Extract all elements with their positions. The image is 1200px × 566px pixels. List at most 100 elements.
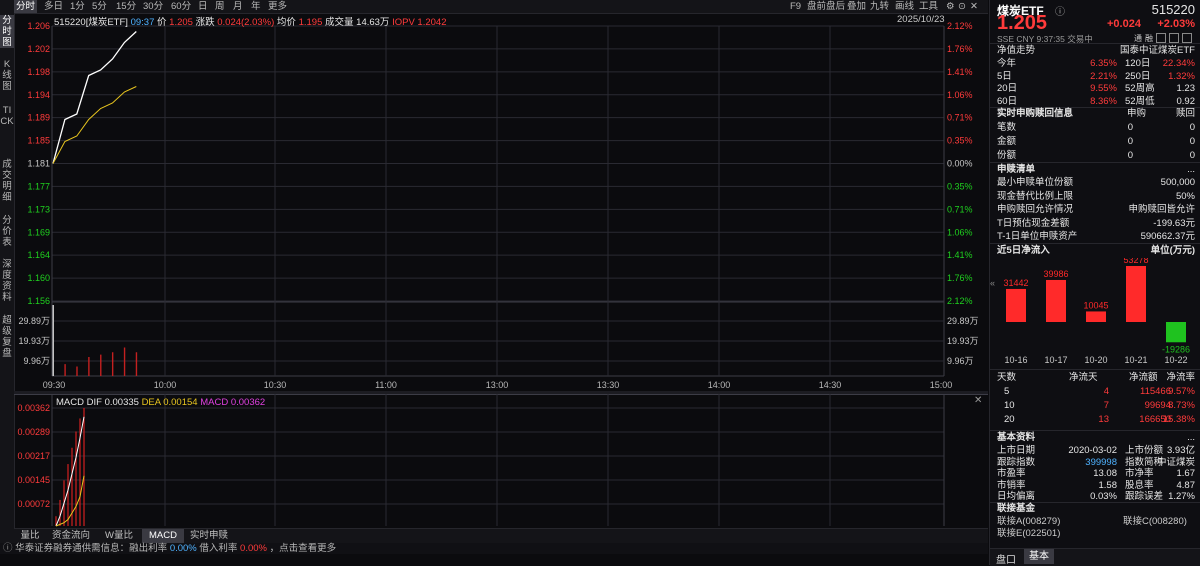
tab-fund-flow[interactable]: 资金流向 bbox=[46, 529, 96, 543]
jiuzhuan-button[interactable]: 九转 bbox=[870, 0, 889, 13]
period-tab-more[interactable]: 更多 bbox=[268, 0, 287, 13]
macd-close-icon[interactable]: ✕ bbox=[974, 395, 982, 406]
macd-label: MACD DIF 0.00335 DEA 0.00154 MACD 0.0036… bbox=[56, 397, 265, 408]
close-icon[interactable]: ✕ bbox=[970, 0, 978, 13]
settings-icon[interactable]: ⚙ bbox=[946, 0, 955, 13]
subscribe-row: 份额 0 0 bbox=[997, 149, 1195, 162]
perf-value: 9.55% bbox=[1090, 83, 1117, 94]
flow-table-header: 天数 净流天 净流额 净流率 bbox=[997, 371, 1195, 384]
list-more-button[interactable]: ... bbox=[1187, 163, 1195, 176]
period-tab-5min[interactable]: 5分 bbox=[92, 0, 107, 13]
sidebar-item-kline[interactable]: K线图 bbox=[0, 59, 14, 92]
indicator-tabs: 量比 资金流向 W量比 MACD 实时申赎 bbox=[14, 528, 988, 543]
period-tab-15min[interactable]: 15分 bbox=[116, 0, 136, 13]
sidebar-item-fenshi[interactable]: 分时图 bbox=[0, 15, 14, 48]
flow-rate: 15.38% bbox=[1162, 414, 1195, 425]
volume-bar bbox=[88, 356, 90, 376]
link-fund-e[interactable]: 联接E(022501) bbox=[997, 527, 1060, 540]
flow-col-amount: 净流额 bbox=[1129, 372, 1158, 383]
flow-col-days: 天数 bbox=[997, 372, 1017, 383]
time-axis-label: 10:30 bbox=[264, 380, 287, 390]
grid-icon[interactable] bbox=[1182, 33, 1192, 43]
macd-axis-label: 0.00145 bbox=[17, 475, 50, 485]
pct-axis-label: 2.12% bbox=[947, 296, 973, 306]
period-tab-60min[interactable]: 60分 bbox=[171, 0, 191, 13]
macd-chart-svg: 0.00362 0.00289 0.00217 0.00145 0.00072 bbox=[14, 394, 988, 527]
basic-row: 日均偏离 0.03% 跟踪误差 1.27% bbox=[997, 490, 1195, 503]
tab-volume-ratio[interactable]: 量比 bbox=[14, 529, 46, 543]
flow-row: 5 4 115466 9.57% bbox=[997, 385, 1195, 398]
pct-axis-label: 2.12% bbox=[947, 21, 973, 31]
flow-bar-value: 53278 bbox=[1123, 258, 1148, 265]
window-icon[interactable] bbox=[1169, 33, 1179, 43]
price-axis-label: 1.160 bbox=[27, 273, 50, 283]
period-tab-day[interactable]: 日 bbox=[198, 0, 208, 13]
flow-bar-value: 39986 bbox=[1043, 269, 1068, 279]
pct-axis-label: 0.71% bbox=[947, 204, 973, 214]
draw-line-button[interactable]: 画线 bbox=[895, 0, 914, 13]
flow-netdays: 13 bbox=[1098, 414, 1109, 425]
tab-orderbook[interactable]: 盘口 bbox=[996, 551, 1016, 566]
volume-axis-label: 19.93万 bbox=[18, 336, 50, 346]
perf-row: 60日 8.36% 52周低 0.92 bbox=[997, 95, 1195, 108]
pct-axis-label: 1.76% bbox=[947, 44, 973, 54]
pct-axis-label: 0.71% bbox=[947, 113, 973, 123]
flow-netdays: 4 bbox=[1103, 386, 1109, 397]
list-value: 500,000 bbox=[1160, 177, 1195, 188]
period-tab-multiday[interactable]: 多日 bbox=[44, 0, 63, 13]
overlay-button[interactable]: 叠加 bbox=[847, 0, 866, 13]
perf-value-2: 22.34% bbox=[1162, 58, 1195, 69]
perf-value-2: 0.92 bbox=[1176, 95, 1196, 107]
status-bar[interactable]: ⓘ 华泰证券融券通供需信息：融出利率 0.00% 借入利率 0.00% ，点击查… bbox=[0, 543, 988, 554]
price-pct: +2.03% bbox=[1157, 18, 1195, 30]
macd-dea-label: DEA bbox=[141, 397, 161, 408]
sidebar-item-tick[interactable]: TICK bbox=[0, 105, 14, 127]
tab-realtime-subscribe[interactable]: 实时申赎 bbox=[184, 529, 234, 543]
period-tab-month[interactable]: 月 bbox=[233, 0, 243, 13]
intraday-chart[interactable]: 1.206 2.12% 1.202 1.76% 1.198 1.41% 1.194 1.06%… bbox=[14, 13, 988, 391]
info-circle-icon[interactable]: ⓘ bbox=[1055, 3, 1065, 18]
pct-axis-label: 0.00% bbox=[947, 159, 973, 169]
tools-button[interactable]: 工具 bbox=[919, 0, 938, 13]
period-tab-30min[interactable]: 30分 bbox=[143, 0, 163, 13]
tab-macd[interactable]: MACD bbox=[142, 529, 184, 543]
quote-iopv-label: IOPV bbox=[392, 17, 415, 28]
target-icon[interactable]: ⊙ bbox=[958, 0, 966, 13]
sidebar-item-review[interactable]: 超级复盘 bbox=[0, 315, 14, 359]
last-price: 1.205 bbox=[997, 12, 1048, 34]
period-tab-fenshi[interactable]: 分时 bbox=[14, 0, 38, 13]
sidebar-item-trades[interactable]: 成交明细 bbox=[0, 159, 14, 203]
volume-bar bbox=[111, 352, 114, 376]
period-tab-year[interactable]: 年 bbox=[251, 0, 261, 13]
pct-axis-label: 1.41% bbox=[947, 250, 973, 260]
flow-bar-value: -19286 bbox=[1162, 344, 1190, 354]
flow-netdays: 7 bbox=[1103, 400, 1109, 411]
premarket-button[interactable]: 盘前盘后 bbox=[807, 0, 845, 13]
flow-bar bbox=[1166, 322, 1186, 343]
subscribe-label: 金额 bbox=[997, 136, 1017, 147]
basic-more-button[interactable]: ... bbox=[1187, 431, 1195, 444]
chart-date: 2025/10/23 bbox=[897, 14, 945, 25]
flow-col-rate: 净流率 bbox=[1166, 372, 1195, 383]
price-axis-label: 1.156 bbox=[27, 296, 50, 306]
subscribe-row: 金额 0 0 bbox=[997, 135, 1195, 148]
list-label: 现金替代比例上限 bbox=[997, 190, 1074, 202]
tab-w-volume[interactable]: W量比 bbox=[96, 529, 142, 543]
volume-bar bbox=[100, 354, 102, 376]
tab-basic[interactable]: 基本 bbox=[1024, 549, 1054, 564]
macd-chart[interactable]: 0.00362 0.00289 0.00217 0.00145 0.00072 MACD… bbox=[14, 394, 988, 528]
macd-title: MACD bbox=[56, 397, 84, 408]
f9-button[interactable]: F9 bbox=[790, 0, 801, 13]
sidebar-item-price-table[interactable]: 分价表 bbox=[0, 215, 14, 248]
sidebar-item-depth[interactable]: 深度资料 bbox=[0, 259, 14, 303]
basic-title: 基本资料 bbox=[997, 432, 1036, 443]
period-tab-week[interactable]: 周 bbox=[215, 0, 225, 13]
expand-icon[interactable] bbox=[1156, 33, 1166, 43]
period-tab-1min[interactable]: 1分 bbox=[70, 0, 85, 13]
subscribe-row: 笔数 0 0 bbox=[997, 121, 1195, 134]
status-rate2: 0.00% bbox=[240, 543, 267, 554]
subscribe-sell-value: 0 bbox=[1189, 136, 1195, 147]
basic-label: 日均偏离 bbox=[997, 491, 1036, 502]
macd-dif-label: DIF bbox=[86, 397, 102, 408]
subscribe-sell-value: 0 bbox=[1189, 122, 1195, 133]
